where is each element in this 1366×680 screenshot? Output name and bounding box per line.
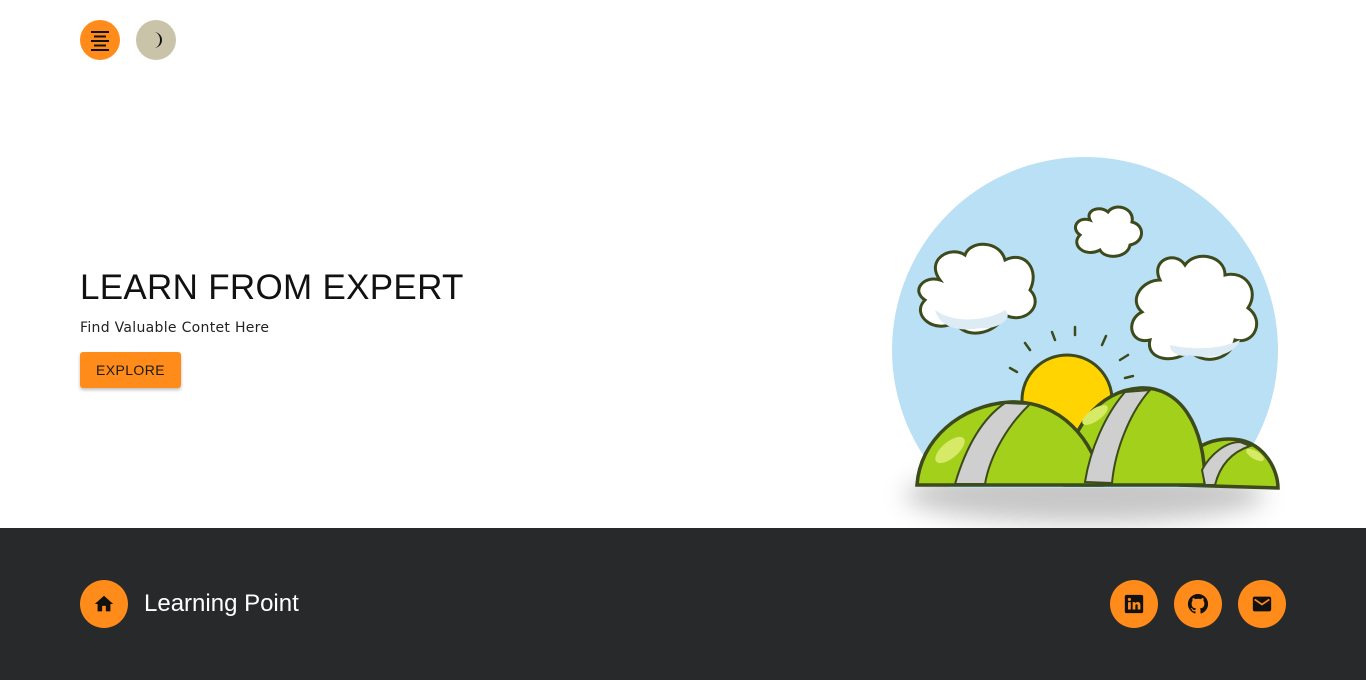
- github-button[interactable]: [1174, 580, 1222, 628]
- social-links: [1110, 580, 1286, 628]
- theme-toggle-button[interactable]: [136, 20, 176, 60]
- home-button[interactable]: [80, 580, 128, 628]
- linkedin-icon: [1124, 594, 1144, 614]
- hero-section: LEARN FROM EXPERT Find Valuable Contet H…: [80, 268, 464, 388]
- footer-brand: Learning Point: [80, 580, 299, 628]
- hero-illustration: [880, 150, 1290, 530]
- top-toolbar: [80, 20, 176, 60]
- home-icon: [94, 595, 114, 612]
- github-icon: [1187, 593, 1209, 614]
- hero-subtitle: Find Valuable Contet Here: [80, 320, 270, 336]
- footer: Learning Point: [0, 528, 1366, 680]
- explore-button[interactable]: EXPLORE: [80, 352, 181, 388]
- mail-button[interactable]: [1238, 580, 1286, 628]
- hero-title: LEARN FROM EXPERT: [80, 268, 464, 307]
- menu-button[interactable]: [80, 20, 120, 60]
- brand-name[interactable]: Learning Point: [144, 590, 299, 618]
- linkedin-button[interactable]: [1110, 580, 1158, 628]
- align-center-icon: [91, 31, 109, 51]
- sun-hills-clouds-illustration: [892, 157, 1280, 523]
- moon-icon: [154, 32, 162, 48]
- mail-icon: [1252, 596, 1272, 612]
